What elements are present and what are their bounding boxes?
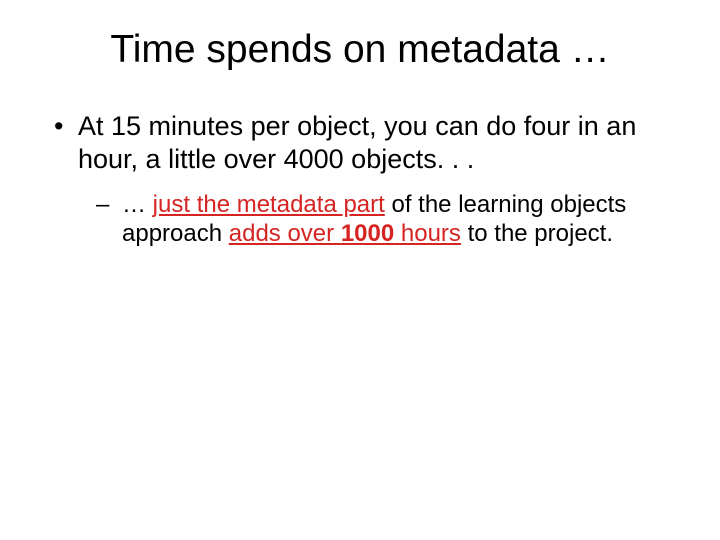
emphasis-underline: just the metadata part	[153, 191, 385, 218]
bullet-level1-text: At 15 minutes per object, you can do fou…	[78, 111, 636, 174]
slide: Time spends on metadata … • At 15 minute…	[0, 0, 720, 248]
bullet-level1: • At 15 minutes per object, you can do f…	[50, 110, 670, 176]
bullet-dash-icon: –	[96, 190, 109, 219]
bullet-level2: – … just the metadata part of the learni…	[50, 190, 670, 249]
bullet-level2-text: … just the metadata part of the learning…	[122, 191, 626, 247]
slide-title: Time spends on metadata …	[50, 28, 670, 72]
bullet-dot-icon: •	[54, 110, 63, 143]
emphasis-underline: adds over 1000 hours	[229, 220, 461, 247]
